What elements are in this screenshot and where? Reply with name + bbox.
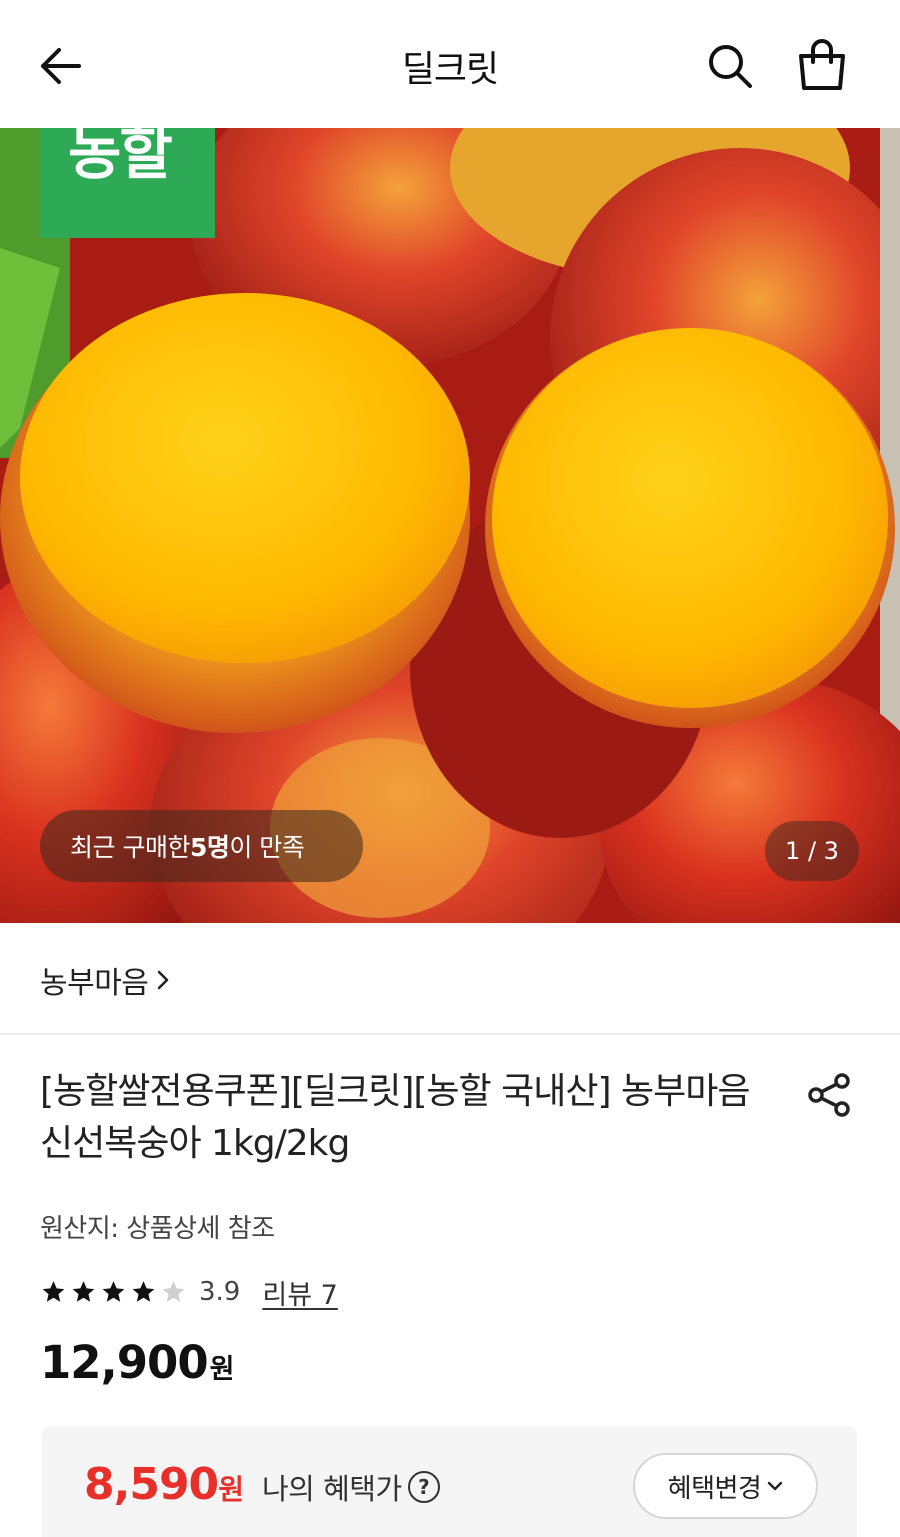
benefit-label: 나의 혜택가 [262,1472,402,1506]
back-button[interactable] [30,38,90,94]
satisfaction-count: 5명 [189,833,230,862]
arrow-left-icon [41,48,81,84]
product-image-carousel[interactable]: 농할 최근 구매한 5명 이 만족 1 / 3 [0,128,900,923]
rating-row: 3.9 리뷰 7 [40,1272,338,1312]
satisfaction-badge: 최근 구매한 5명 이 만족 [40,810,363,882]
shopping-bag-button[interactable] [790,34,854,96]
help-icon[interactable]: ? [407,1471,440,1503]
benefit-price-box: 8,590원 나의 혜택가 ? 혜택변경 [42,1426,857,1537]
benefit-price-amount: 8,590 [84,1459,219,1510]
star-icon [72,1281,95,1302]
brand-badge-label: 농할 [68,128,173,187]
seller-link[interactable]: 농부마음 [40,955,170,1005]
origin-info: 원산지: 상품상세 참조 [40,1214,275,1244]
star-icon [42,1281,65,1302]
search-icon [709,45,752,88]
share-button[interactable] [800,1066,858,1124]
search-button[interactable] [700,36,760,96]
benefit-price: 8,590원 [84,1459,244,1510]
section-divider [0,1033,900,1035]
image-page-counter: 1 / 3 [765,821,859,881]
star-rating [40,1279,187,1305]
share-icon [808,1073,850,1117]
brand-badge: 농할 [40,128,215,238]
benefit-price-unit: 원 [218,1473,244,1506]
seller-name: 농부마음 [40,966,149,1001]
original-price: 12,900원 [40,1336,234,1389]
star-icon [132,1281,155,1302]
rating-value: 3.9 [199,1277,241,1307]
product-title: [농할쌀전용쿠폰][딜크릿][농할 국내산] 농부마음 신선복숭아 1kg/2k… [40,1071,750,1164]
peach-product-photo [0,128,900,923]
original-price-amount: 12,900 [40,1336,209,1389]
satisfaction-suffix: 이 만족 [229,833,305,862]
shopping-bag-icon [799,39,845,90]
page-title: 딜크릿 [401,49,499,90]
change-benefit-button[interactable]: 혜택변경 [633,1453,818,1519]
original-price-unit: 원 [209,1354,235,1385]
star-icon [162,1281,185,1302]
top-app-bar: 딜크릿 [0,0,900,128]
review-link[interactable]: 리뷰 7 [262,1273,337,1312]
star-icon [102,1281,125,1302]
chevron-down-icon [768,1481,783,1491]
satisfaction-prefix: 최근 구매한 [70,833,190,862]
chevron-right-icon [158,970,169,990]
benefit-label-row: 나의 혜택가 ? [262,1466,440,1508]
change-benefit-label: 혜택변경 [667,1473,762,1504]
